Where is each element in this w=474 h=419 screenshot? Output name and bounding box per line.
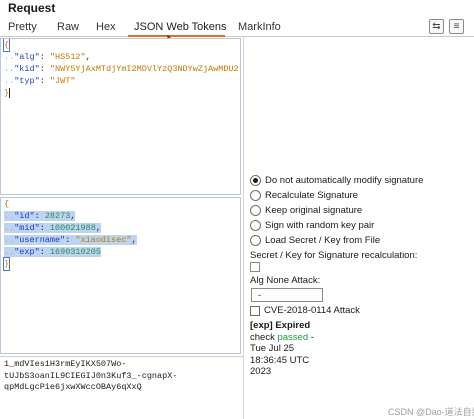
radio-icon[interactable]	[250, 205, 261, 216]
alg-none-label: Alg None Attack:	[250, 275, 321, 286]
jwt-header-editor[interactable]: { .."alg": "HS512", .."kid": "NWY5YjAxMT…	[0, 38, 241, 195]
cve-attack-label: CVE-2018-0114 Attack	[264, 305, 360, 316]
check-line: check passed -	[250, 331, 314, 343]
panel-title: Request	[8, 1, 56, 15]
jwt-payload-editor[interactable]: { .."id": 28273, .."mid": 100021988, .."…	[0, 197, 241, 354]
option-recalculate[interactable]: Recalculate Signature	[250, 188, 474, 203]
payload-line-id: .."id": 28273,	[4, 211, 76, 221]
option-load-secret[interactable]: Load Secret / Key from File	[250, 233, 474, 248]
text-caret	[9, 87, 11, 98]
cve-attack-option[interactable]: CVE-2018-0114 Attack	[250, 305, 360, 316]
radio-selected-icon[interactable]	[250, 175, 261, 186]
secret-key-field[interactable]	[250, 262, 260, 272]
open-brace: {	[4, 199, 10, 209]
exp-time-line: 18:36:45 UTC	[250, 354, 310, 366]
menu-icon[interactable]: ≡	[449, 19, 464, 34]
tab-json-web-tokens[interactable]: JSON Web Tokens	[128, 17, 227, 37]
payload-line-exp: .."exp": 1690310205	[4, 247, 101, 257]
alg-none-select[interactable]: -	[251, 288, 323, 302]
radio-icon[interactable]	[250, 190, 261, 201]
payload-line-mid: .."mid": 100021988,	[4, 223, 101, 233]
signature-options: Do not automatically modify signature Re…	[250, 173, 474, 248]
watermark: CSDN @Dao-道法自然	[388, 407, 474, 417]
secret-key-label: Secret / Key for Signature recalculation…	[250, 250, 418, 261]
option-random-key[interactable]: Sign with random key pair	[250, 218, 474, 233]
exp-year-line: 2023	[250, 366, 272, 377]
checkbox-icon[interactable]	[250, 305, 260, 316]
tab-pretty[interactable]: Pretty	[8, 17, 37, 37]
tab-markinfo[interactable]: MarkInfo	[238, 17, 281, 37]
option-no-modify[interactable]: Do not automatically modify signature	[250, 173, 474, 188]
option-keep-original[interactable]: Keep original signature	[250, 203, 474, 218]
jwt-signature-text[interactable]: 1_mdVIes1H3rmEyIKX507Wo- tUJbS3oanIL9CIE…	[0, 356, 243, 419]
token-line: tUJbS3oanIL9CIEGIJ0n3Kuf3_-cgnapX-	[4, 370, 178, 381]
open-brace: {	[2, 39, 11, 52]
tab-raw[interactable]: Raw	[57, 17, 79, 37]
radio-icon[interactable]	[250, 235, 261, 246]
header-line-kid: .."kid": "NWY5YjAxMTdjYmI2MDVlYzQ3NDYwZj…	[4, 64, 239, 74]
pane-divider[interactable]	[243, 37, 244, 419]
exp-date-line: Tue Jul 25	[250, 343, 295, 354]
tab-hex[interactable]: Hex	[96, 17, 116, 37]
expired-label: [exp] Expired	[250, 320, 311, 331]
header-line-typ: .."typ": "JWT"	[4, 76, 76, 86]
payload-line-username: .."username": "xiaodisec",	[4, 235, 137, 245]
header-line-alg: .."alg": "HS512",	[4, 52, 91, 62]
token-line: qpMdLgcPie6jxwXWccOBAy6qXxQ	[4, 382, 142, 392]
wrap-lines-icon[interactable]: ⇆	[429, 19, 444, 34]
exp-status: [exp] Expired check passed - Tue Jul 25 …	[250, 320, 314, 378]
close-brace: }	[2, 257, 11, 271]
tab-bar: Pretty Raw Hex JSON Web Tokens MarkInfo …	[0, 17, 474, 37]
radio-icon[interactable]	[250, 220, 261, 231]
token-line: 1_mdVIes1H3rmEyIKX507Wo-	[4, 359, 127, 369]
